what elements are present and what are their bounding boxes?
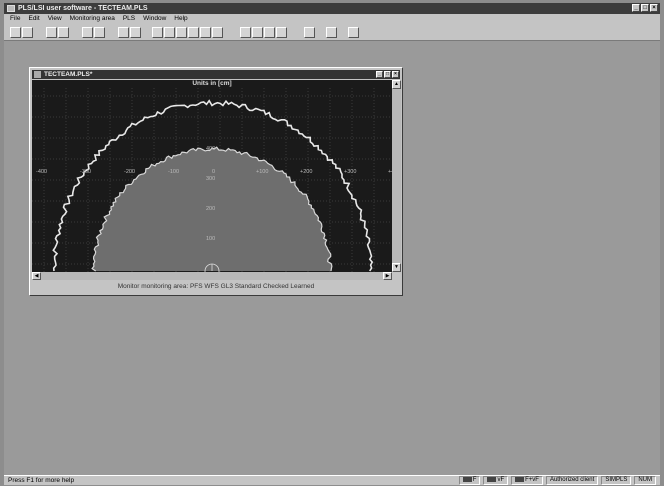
- draw-arc-icon[interactable]: [176, 27, 187, 38]
- draw-polygon-icon[interactable]: [212, 27, 223, 38]
- y-tick-label: 300: [206, 176, 215, 182]
- maximize-icon[interactable]: □: [641, 4, 649, 12]
- x-tick-label: 0: [212, 169, 215, 175]
- maximize-icon[interactable]: □: [384, 71, 391, 78]
- upload-icon[interactable]: [82, 27, 93, 38]
- menu-monitoring-area[interactable]: Monitoring area: [70, 14, 115, 24]
- zoom-fit-icon[interactable]: [264, 27, 275, 38]
- document-title: TECTEAM.PLS*: [44, 71, 93, 78]
- document-window-controls: _ □ ×: [376, 71, 399, 78]
- menu-pls[interactable]: PLS: [123, 14, 135, 24]
- menu-help[interactable]: Help: [174, 14, 187, 24]
- statusbar: Press F1 for more help F vF F+vF Authori…: [4, 475, 660, 485]
- save-icon[interactable]: [46, 27, 57, 38]
- draw-line-icon[interactable]: [152, 27, 163, 38]
- zoom-window-icon[interactable]: [276, 27, 287, 38]
- zoom-out-icon[interactable]: [252, 27, 263, 38]
- menubar: File Edit View Monitoring area PLS Windo…: [4, 14, 660, 24]
- status-num-lock: NUM: [634, 476, 656, 485]
- draw-circle-icon[interactable]: [200, 27, 211, 38]
- monitor-icon[interactable]: [304, 27, 315, 38]
- zoom-in-icon[interactable]: [240, 27, 251, 38]
- scroll-down-icon[interactable]: ▼: [392, 263, 401, 272]
- close-icon[interactable]: ×: [392, 71, 399, 78]
- minimize-icon[interactable]: _: [632, 4, 640, 12]
- horizontal-scrollbar[interactable]: ◀ ▶: [32, 272, 392, 280]
- scroll-up-icon[interactable]: ▲: [392, 80, 401, 89]
- x-tick-label: -400: [36, 169, 47, 175]
- status-indicators: F vF F+vF Authorized client SIMPLS NUM: [458, 476, 656, 485]
- download-icon[interactable]: [94, 27, 105, 38]
- menu-file[interactable]: File: [10, 14, 20, 24]
- y-tick-label: 400: [206, 146, 215, 152]
- window-controls: _ □ ×: [632, 4, 658, 12]
- toolbar: [4, 24, 660, 41]
- menu-view[interactable]: View: [48, 14, 62, 24]
- compare-icon[interactable]: [118, 27, 129, 38]
- x-tick-label: +300: [344, 169, 356, 175]
- document-icon: [34, 71, 41, 78]
- monitoring-plot[interactable]: -400-300-200-1000+100+200+300+400 400300…: [32, 88, 392, 272]
- x-tick-label: -100: [168, 169, 179, 175]
- status-field-f: F: [458, 476, 481, 485]
- new-file-icon[interactable]: [10, 27, 21, 38]
- menu-edit[interactable]: Edit: [28, 14, 39, 24]
- draw-rect-icon[interactable]: [188, 27, 199, 38]
- scroll-left-icon[interactable]: ◀: [32, 272, 41, 280]
- app-titlebar: PLS/LSI user software - TECTEAM.PLS _ □ …: [4, 3, 660, 14]
- x-tick-labels: -400-300-200-1000+100+200+300+400: [36, 169, 392, 175]
- draw-point-icon[interactable]: [164, 27, 175, 38]
- status-device: SIMPLS: [601, 476, 632, 485]
- y-tick-label: 100: [206, 236, 215, 242]
- vertical-scrollbar[interactable]: ▲ ▼: [392, 80, 401, 272]
- document-titlebar[interactable]: TECTEAM.PLS* _ □ ×: [32, 70, 400, 79]
- status-user-level: Authorized client: [545, 476, 599, 485]
- close-icon[interactable]: ×: [650, 4, 658, 12]
- status-field-vf: vF: [483, 476, 509, 485]
- x-tick-label: -200: [124, 169, 135, 175]
- x-tick-label: +200: [300, 169, 312, 175]
- print-icon[interactable]: [326, 27, 337, 38]
- open-file-icon[interactable]: [22, 27, 33, 38]
- scroll-right-icon[interactable]: ▶: [383, 272, 392, 280]
- plot-canvas[interactable]: -400-300-200-1000+100+200+300+400 400300…: [32, 88, 392, 272]
- status-help: Press F1 for more help: [8, 477, 75, 484]
- save-as-icon[interactable]: [58, 27, 69, 38]
- status-field-fvf: F+vF: [511, 476, 543, 485]
- verify-icon[interactable]: [130, 27, 141, 38]
- app-icon: [7, 5, 15, 12]
- document-status: Monitor monitoring area: PFS WFS GL3 Sta…: [117, 283, 315, 290]
- document-window: TECTEAM.PLS* _ □ × Units in [cm] -400 -30…: [29, 67, 403, 296]
- help-icon[interactable]: [348, 27, 359, 38]
- menu-window[interactable]: Window: [143, 14, 166, 24]
- x-tick-label: +100: [256, 169, 268, 175]
- y-tick-label: 200: [206, 206, 215, 212]
- units-label: Units in [cm]: [32, 80, 392, 88]
- x-tick-label: -300: [80, 169, 91, 175]
- minimize-icon[interactable]: _: [376, 71, 383, 78]
- app-title: PLS/LSI user software - TECTEAM.PLS: [18, 5, 148, 12]
